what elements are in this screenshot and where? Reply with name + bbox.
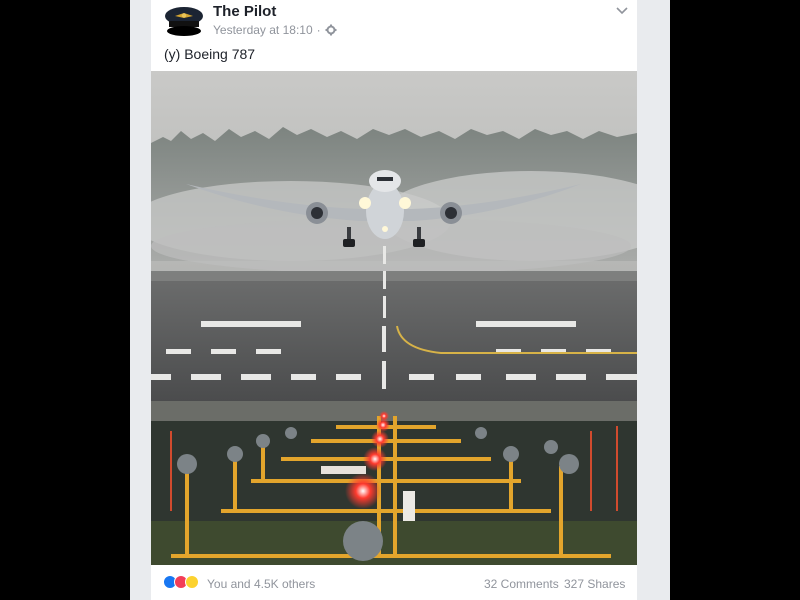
post-photo[interactable] xyxy=(151,71,637,565)
post-timestamp[interactable]: Yesterday at 18:10 xyxy=(213,23,313,37)
reactions-count[interactable]: You and 4.5K others xyxy=(207,577,315,591)
post-author[interactable]: The Pilot xyxy=(213,3,276,20)
left-gutter xyxy=(130,0,151,600)
post-card: The Pilot Yesterday at 18:10 · (y) Boein… xyxy=(151,0,637,600)
pilot-cap-avatar[interactable] xyxy=(163,4,205,38)
comments-count[interactable]: 32 Comments xyxy=(484,577,559,591)
post-footer: You and 4.5K others 32 Comments 327 Shar… xyxy=(151,566,637,600)
chevron-down-icon[interactable] xyxy=(615,6,629,16)
right-gutter xyxy=(637,0,670,600)
post-caption: (y) Boeing 787 xyxy=(164,46,256,62)
shares-count[interactable]: 327 Shares xyxy=(564,577,625,591)
wow-icon xyxy=(185,575,199,589)
reaction-icons[interactable] xyxy=(163,575,199,589)
gear-icon[interactable] xyxy=(325,24,337,36)
meta-separator: · xyxy=(316,23,321,37)
post-meta: Yesterday at 18:10 · xyxy=(213,23,337,37)
